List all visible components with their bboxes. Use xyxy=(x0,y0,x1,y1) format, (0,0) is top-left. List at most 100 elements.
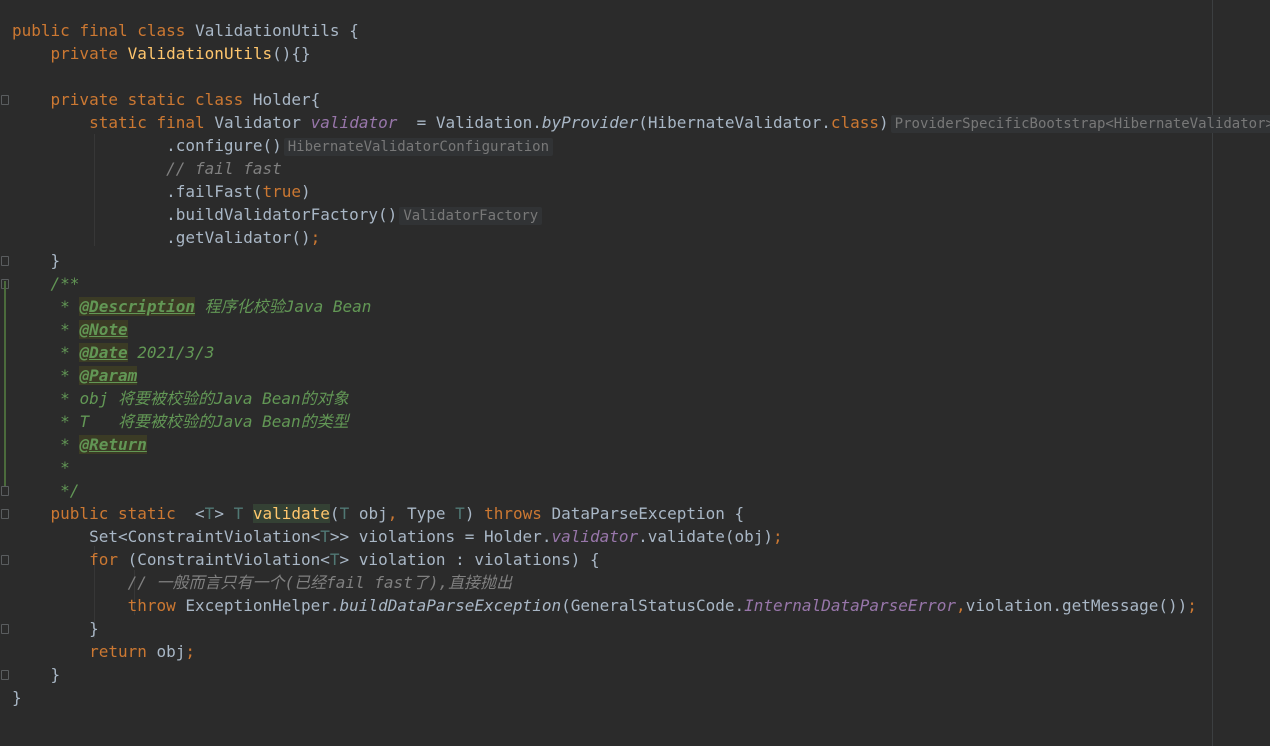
doc-tag: @Return xyxy=(79,435,147,454)
fold-marker-icon[interactable] xyxy=(1,509,9,519)
code-text: ) xyxy=(300,182,311,201)
type-parameter: T xyxy=(233,504,244,523)
fold-marker-icon[interactable] xyxy=(1,95,9,105)
code-line: return obj; xyxy=(12,640,1270,663)
type-hint: HibernateValidatorConfiguration xyxy=(283,138,554,156)
keyword: throws xyxy=(484,504,542,523)
field-name: validator xyxy=(310,113,398,132)
code-line: // fail fast xyxy=(12,157,1270,180)
code-text: { xyxy=(339,21,359,40)
code-line: * @Date 2021/3/3 xyxy=(12,341,1270,364)
keyword: return xyxy=(89,642,147,661)
code-editor[interactable]: public final class ValidationUtils { pri… xyxy=(0,0,1270,746)
code-line: .buildValidatorFactory() ValidatorFactory xyxy=(12,203,1270,226)
doc-comment: * xyxy=(60,297,70,316)
code-line: * xyxy=(12,456,1270,479)
field-name: validator xyxy=(551,527,639,546)
type-hint: ValidatorFactory xyxy=(399,207,543,225)
doc-comment: * xyxy=(60,389,70,408)
semicolon: ; xyxy=(310,228,321,247)
keyword: private xyxy=(50,44,118,63)
code-line: public final class ValidationUtils { xyxy=(12,19,1270,42)
keyword: public xyxy=(50,504,109,523)
static-method: byProvider xyxy=(541,113,639,132)
keyword: static xyxy=(117,504,176,523)
doc-comment: * xyxy=(60,458,70,477)
code-text: ExceptionHelper. xyxy=(175,596,340,615)
code-line: throw ExceptionHelper.buildDataParseExce… xyxy=(12,594,1270,617)
code-line: private ValidationUtils(){} xyxy=(12,42,1270,65)
type-hint: ProviderSpecificBootstrap<HibernateValid… xyxy=(890,115,1270,133)
keyword: throw xyxy=(127,596,176,615)
doc-comment: * xyxy=(60,435,70,454)
doc-comment: * xyxy=(60,366,70,385)
code-text: >> violations = Holder. xyxy=(329,527,552,546)
keyword: private xyxy=(50,90,118,109)
code-line: public static <T> T validate(T obj, Type… xyxy=(50,504,745,523)
code-text: Type xyxy=(397,504,456,523)
comma: , xyxy=(387,504,398,523)
code-text: .validate(obj) xyxy=(638,527,774,546)
keyword: class xyxy=(195,90,244,109)
fold-marker-icon[interactable] xyxy=(1,555,9,565)
code-text: violation.getMessage()) xyxy=(965,596,1188,615)
brace: } xyxy=(50,251,61,270)
type-parameter: T xyxy=(329,550,340,569)
doc-comment: 程序化校验Java Bean xyxy=(195,297,372,316)
brace: } xyxy=(50,665,61,684)
code-text: .failFast( xyxy=(166,182,263,201)
code-area[interactable]: public final class ValidationUtils { pri… xyxy=(12,19,1270,709)
code-line: * @Param xyxy=(12,364,1270,387)
code-text: (GeneralStatusCode. xyxy=(561,596,745,615)
code-text: ) xyxy=(879,113,889,132)
semicolon: ; xyxy=(773,527,783,546)
brace: } xyxy=(89,619,99,638)
doc-tag: @Description xyxy=(79,297,196,316)
class-name: Holder{ xyxy=(252,90,321,109)
brace: } xyxy=(12,688,22,707)
keyword: static xyxy=(89,113,147,132)
code-line: */ xyxy=(12,479,1270,502)
code-line: .failFast(true) xyxy=(12,180,1270,203)
fold-marker-icon[interactable] xyxy=(1,486,9,496)
keyword: class xyxy=(137,21,186,40)
code-line: } xyxy=(12,663,1270,686)
line-comment: // fail fast xyxy=(166,159,282,178)
code-line: .getValidator(); xyxy=(12,226,1270,249)
type-parameter: T xyxy=(339,504,350,523)
comma: , xyxy=(956,596,966,615)
code-text: .buildValidatorFactory() xyxy=(166,205,398,224)
keyword: true xyxy=(262,182,301,201)
doc-comment: obj 将要被校验的Java Bean的对象 xyxy=(79,389,349,408)
code-line: * @Note xyxy=(12,318,1270,341)
method-name[interactable]: validate xyxy=(252,504,330,523)
code-line: * @Description 程序化校验Java Bean xyxy=(12,295,1270,318)
doc-comment: 2021/3/3 xyxy=(127,343,215,362)
keyword: static xyxy=(127,90,186,109)
code-text: > violation : violations) { xyxy=(339,550,600,569)
fold-marker-icon[interactable] xyxy=(1,256,9,266)
code-text: obj xyxy=(146,642,186,661)
code-line: * T 将要被校验的Java Bean的类型 xyxy=(12,410,1270,433)
code-line: private static class Holder{ xyxy=(12,88,1270,111)
type-name: Validator xyxy=(214,113,302,132)
code-line: } xyxy=(12,249,1270,272)
keyword: final xyxy=(156,113,205,132)
semicolon: ; xyxy=(1187,596,1197,615)
fold-marker-icon[interactable] xyxy=(1,624,9,634)
line-comment: // 一般而言只有一个(已经fail fast了),直接抛出 xyxy=(127,573,513,592)
static-field: InternalDataParseError xyxy=(744,596,957,615)
code-text: .getValidator() xyxy=(166,228,311,247)
type-parameter: T xyxy=(320,527,330,546)
code-line: // 一般而言只有一个(已经fail fast了),直接抛出 xyxy=(12,571,1270,594)
type-parameter: T xyxy=(455,504,465,523)
code-line: .configure() HibernateValidatorConfigurat… xyxy=(12,134,1270,157)
code-text: (HibernateValidator. xyxy=(638,113,831,132)
code-text: obj xyxy=(349,504,388,523)
keyword: public xyxy=(12,21,70,40)
fold-marker-icon[interactable] xyxy=(1,670,9,680)
class-name: ValidationUtils xyxy=(195,21,340,40)
code-line: } xyxy=(12,617,1270,640)
code-text: = Validation. xyxy=(397,113,542,132)
